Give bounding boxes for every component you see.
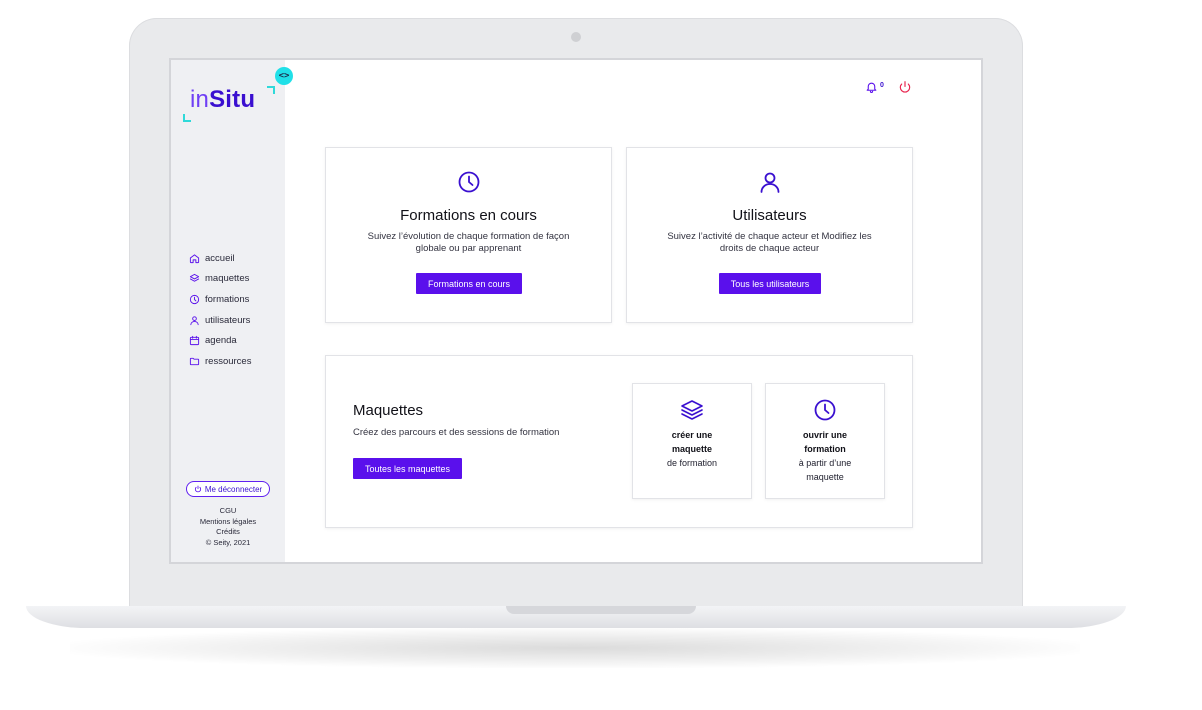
folder-icon [189, 357, 200, 365]
card-title: Maquettes [353, 402, 424, 419]
sidebar: inSitu accueil maquettes formations util… [171, 60, 285, 562]
open-formation-card[interactable]: ouvrir une formation à partir d’une maqu… [765, 383, 885, 499]
power-icon [194, 485, 201, 493]
logo-text: inSitu [190, 86, 255, 114]
sidebar-item-label: agenda [205, 335, 237, 347]
open-line-1: ouvrir une [802, 430, 847, 440]
open-line-4: maquette [806, 472, 844, 482]
tous-les-utilisateurs-button[interactable]: Tous les utilisateurs [719, 273, 821, 294]
sidebar-item-maquettes[interactable]: maquettes [189, 269, 251, 290]
credits-link[interactable]: Crédits [171, 527, 285, 538]
create-line-2: maquette [671, 444, 712, 454]
sidebar-item-agenda[interactable]: agenda [189, 330, 251, 351]
logo-situ: Situ [209, 86, 256, 113]
card-title: Formations en cours [400, 207, 537, 224]
clock-icon [189, 294, 200, 305]
card-description: Suivez l’activité de chaque acteur et Mo… [667, 231, 872, 254]
open-formation-text: ouvrir une formation à partir d’une maqu… [766, 428, 884, 484]
logo-corner-bottom-left [183, 114, 191, 122]
sidebar-item-label: ressources [205, 355, 252, 367]
clock-icon [458, 171, 479, 193]
home-icon [189, 254, 200, 263]
laptop-base-notch [506, 606, 696, 614]
sidebar-item-label: formations [205, 293, 250, 305]
power-icon[interactable] [898, 80, 912, 94]
card-description: Suivez l’évolution de chaque formation d… [367, 231, 570, 254]
laptop-shadow [70, 628, 1080, 668]
create-line-1: créer une [671, 430, 713, 440]
user-icon [190, 315, 199, 325]
create-line-3: de formation [666, 458, 718, 468]
logo-in: in [190, 86, 210, 113]
sidebar-item-label: utilisateurs [205, 314, 251, 326]
sidebar-collapse-button[interactable]: <> [275, 67, 293, 85]
sidebar-item-utilisateurs[interactable]: utilisateurs [189, 310, 251, 331]
cgu-link[interactable]: CGU [171, 506, 285, 517]
formations-card: Formations en cours Suivez l’évolution d… [325, 147, 612, 323]
insitu-logo[interactable]: inSitu [183, 82, 275, 122]
app-screen: inSitu accueil maquettes formations util… [169, 58, 983, 564]
sidebar-item-accueil[interactable]: accueil [189, 248, 251, 269]
notification-count: 0 [880, 82, 884, 89]
create-maquette-card[interactable]: créer une maquette de formation [632, 383, 752, 499]
maquettes-card: Maquettes Créez des parcours et des sess… [325, 355, 913, 528]
logout-label: Me déconnecter [204, 484, 263, 494]
copyright-text: © Seity, 2021 [205, 537, 251, 547]
sidebar-item-label: accueil [205, 252, 235, 264]
logout-button[interactable]: Me déconnecter [186, 481, 270, 497]
sidebar-item-ressources[interactable]: ressources [189, 351, 251, 372]
sidebar-item-label: maquettes [205, 273, 250, 285]
layers-icon [189, 274, 200, 283]
sidebar-footer: CGU Mentions légales Crédits © Seity, 20… [171, 506, 285, 548]
notification-bell-icon[interactable] [865, 80, 878, 94]
toutes-les-maquettes-button[interactable]: Toutes les maquettes [353, 458, 462, 479]
calendar-icon [189, 336, 200, 346]
user-icon [760, 172, 779, 193]
open-line-2: formation [804, 444, 846, 454]
sidebar-item-formations[interactable]: formations [189, 289, 251, 310]
mentions-legales-link[interactable]: Mentions légales [171, 517, 285, 528]
open-line-3: à partir d’une [798, 458, 852, 468]
laptop-camera [571, 32, 581, 42]
create-maquette-text: créer une maquette de formation [633, 428, 751, 470]
clock-icon [814, 399, 836, 421]
utilisateurs-card: Utilisateurs Suivez l’activité de chaque… [626, 147, 913, 323]
card-title: Utilisateurs [732, 207, 807, 224]
layers-icon [681, 400, 703, 420]
sidebar-nav: accueil maquettes formations utilisateur… [189, 248, 251, 372]
card-description: Créez des parcours et des sessions de fo… [353, 427, 560, 438]
logo-corner-top-right [267, 86, 275, 94]
formations-en-cours-button[interactable]: Formations en cours [416, 273, 522, 294]
